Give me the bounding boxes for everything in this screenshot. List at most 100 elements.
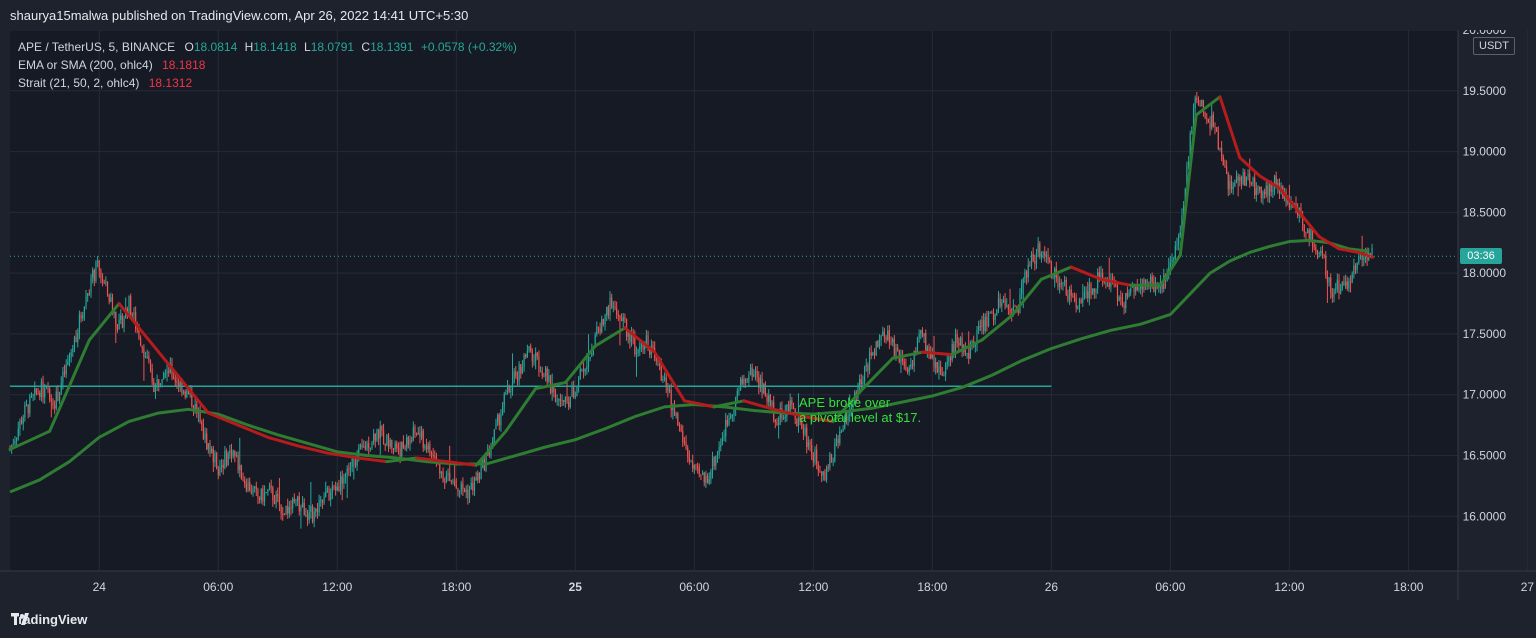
candle-body	[204, 433, 206, 440]
legend-row-strait: Strait (21, 50, 2, ohlc4) 18.1312	[18, 74, 517, 92]
candle-body	[325, 491, 327, 497]
candle-body	[130, 295, 132, 315]
candle-body	[387, 434, 390, 447]
candle-body	[743, 378, 745, 384]
y-tick-label: 16.0000	[1463, 509, 1507, 523]
candle-body	[888, 330, 890, 343]
candle-body	[386, 434, 388, 446]
currency-badge[interactable]: USDT	[1473, 37, 1515, 55]
candle-body	[320, 499, 322, 501]
candle-body	[339, 476, 342, 491]
candle-body	[230, 450, 233, 457]
tradingview-brand[interactable]: TradingView	[11, 612, 87, 627]
candle-body	[1047, 254, 1049, 261]
candle-body	[1216, 127, 1218, 132]
x-tick-label: 18:00	[1393, 580, 1423, 594]
candle-body	[295, 500, 297, 502]
candle-body	[1328, 277, 1330, 283]
candle-body	[1030, 254, 1033, 265]
chart-panel[interactable]: 16.0000 16.5000 17.0000 17.5000 18.0000 18.50…	[0, 30, 1536, 600]
candle-body	[110, 297, 112, 302]
candle-body	[637, 349, 639, 354]
candle-body	[1310, 229, 1312, 241]
candle-body	[49, 389, 51, 400]
candle-body	[926, 346, 928, 352]
candle-body	[1040, 253, 1043, 257]
candle-body	[282, 513, 284, 515]
candle-body	[601, 319, 603, 333]
candle-body	[1371, 247, 1373, 256]
candle-body	[239, 464, 241, 471]
candle-body	[503, 394, 505, 407]
legend-low: 18.0791	[310, 40, 355, 54]
candle-body	[738, 390, 740, 392]
candle-body	[326, 487, 328, 492]
price-chart[interactable]: 16.0000 16.5000 17.0000 17.5000 18.0000 18.50…	[0, 30, 1536, 600]
candle-body	[283, 514, 285, 516]
candle-body	[1268, 183, 1271, 196]
candle-body	[782, 417, 785, 419]
candle-body	[225, 451, 228, 465]
x-tick-label: 06:00	[203, 580, 233, 594]
x-tick-label: 26	[1045, 580, 1059, 594]
legend-low-label: L	[304, 40, 311, 54]
plot-background	[10, 30, 1458, 571]
candle-body	[1306, 229, 1309, 234]
legend-symbol: APE / TetherUS, 5, BINANCE	[18, 40, 176, 54]
candle-body	[384, 444, 386, 446]
candle-body	[829, 454, 831, 468]
candle-body	[1060, 283, 1062, 285]
candle-body	[606, 307, 608, 316]
candle-body	[1080, 299, 1082, 303]
candle-body	[1333, 289, 1335, 298]
candle-body	[817, 463, 819, 471]
candle-body	[131, 314, 133, 316]
candle-body	[609, 297, 611, 316]
candle-body	[1211, 114, 1213, 129]
candle-body	[265, 492, 267, 494]
candle-body	[20, 420, 23, 424]
candle-body	[622, 317, 624, 321]
candle-body	[1123, 304, 1125, 309]
candle-body	[936, 362, 938, 373]
candle-body	[569, 397, 571, 408]
candle-body	[85, 296, 87, 307]
candle-body	[1308, 229, 1310, 241]
candle-body	[463, 489, 466, 492]
candle-body	[199, 412, 201, 422]
legend-strait-label: Strait (21, 50, 2, ohlc4)	[18, 76, 140, 90]
candle-body	[1196, 97, 1198, 100]
candle-body	[938, 366, 940, 373]
candle-body	[106, 281, 109, 295]
candle-body	[1072, 295, 1074, 297]
candle-body	[141, 345, 143, 348]
candle-body	[882, 331, 884, 336]
candle-body	[351, 458, 353, 467]
candle-body	[17, 428, 19, 438]
candle-body	[1331, 292, 1333, 298]
candle-body	[419, 432, 421, 438]
candle-body	[816, 449, 818, 464]
candle-body	[516, 376, 519, 381]
candle-body	[690, 461, 692, 463]
candle-body	[1029, 264, 1031, 266]
candle-body	[1343, 282, 1345, 286]
candle-body	[1095, 288, 1097, 293]
candle-body	[839, 431, 841, 444]
candle-body	[98, 260, 100, 271]
candle-body	[986, 316, 988, 326]
candle-body	[1120, 297, 1122, 299]
candle-body	[768, 395, 770, 403]
candle-body	[736, 390, 738, 398]
candle-body	[1002, 299, 1005, 303]
candle-body	[954, 334, 957, 354]
candle-body	[520, 364, 522, 374]
candle-body	[1153, 281, 1155, 293]
candle-body	[40, 381, 43, 398]
candle-body	[287, 505, 289, 514]
candle-body	[90, 277, 92, 294]
candle-body	[227, 453, 229, 465]
candle-body	[1027, 264, 1029, 278]
candle-body	[604, 315, 606, 325]
candle-body	[468, 489, 471, 499]
